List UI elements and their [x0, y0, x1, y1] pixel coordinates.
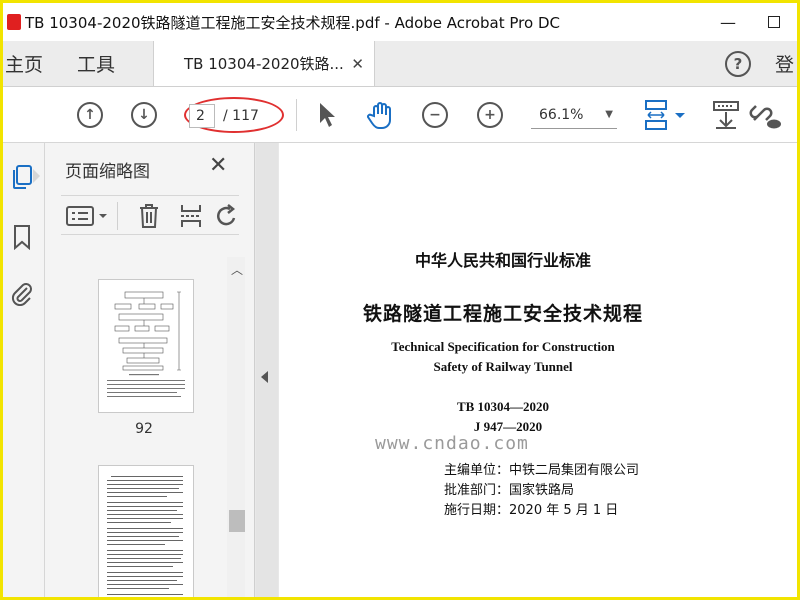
login-button[interactable]: 登	[775, 50, 797, 77]
left-rail	[3, 143, 45, 597]
share-link-icon[interactable]	[747, 99, 783, 131]
hand-tool-icon[interactable]	[365, 99, 397, 131]
chevron-down-icon: ▼	[605, 109, 613, 120]
previous-page-icon[interactable]: ↑	[77, 102, 103, 128]
thumbnail-page-93[interactable]	[98, 465, 194, 597]
approval-department: 批准部门：国家铁路局	[444, 483, 575, 498]
page-total: / 117	[223, 108, 259, 124]
scrollbar-thumb[interactable]	[229, 510, 245, 532]
effective-date: 施行日期：2020 年 5 月 1 日	[444, 503, 619, 518]
tab-document-label: TB 10304-2020铁路...	[184, 55, 344, 73]
zoom-value: 66.1%	[539, 106, 584, 123]
rotate-page-icon[interactable]	[215, 204, 239, 228]
document-title-cn: 铁路隧道工程施工安全技术规程	[362, 303, 643, 325]
zoom-out-icon[interactable]: −	[422, 102, 448, 128]
tab-home[interactable]: 主页	[3, 41, 63, 86]
title-bar: TB 10304-2020铁路隧道工程施工安全技术规程.pdf - Adobe …	[3, 3, 797, 41]
thumbnail-label-92: 92	[135, 421, 153, 437]
minimize-button[interactable]: —	[705, 3, 751, 41]
page-number-input[interactable]	[189, 104, 215, 128]
document-title-en-line2: Safety of Railway Tunnel	[433, 359, 573, 374]
close-tab-icon[interactable]: ✕	[351, 55, 364, 73]
close-panel-icon[interactable]: ✕	[209, 153, 227, 178]
window-title: TB 10304-2020铁路隧道工程施工安全技术规程.pdf - Adobe …	[25, 13, 560, 32]
panel-title: 页面缩略图	[65, 162, 150, 182]
document-title-en-line1: Technical Specification for Construction	[391, 339, 615, 354]
thumbnails-panel: 页面缩略图 ✕ 92	[45, 143, 255, 597]
page-display-icon[interactable]	[643, 99, 689, 131]
help-icon[interactable]: ?	[725, 50, 751, 77]
maximize-button[interactable]	[751, 3, 797, 41]
thumbnail-list[interactable]: 92	[61, 255, 227, 597]
standard-code: TB 10304—2020	[456, 399, 550, 414]
scroll-up-icon[interactable]: ︿	[231, 261, 243, 278]
tab-tools[interactable]: 工具	[63, 41, 153, 86]
toolbar: ↑ ↓ / 117 − + 66.1% ▼	[3, 87, 797, 143]
document-page: 中华人民共和国行业标准 铁路隧道工程施工安全技术规程 Technical Spe…	[279, 143, 797, 597]
standard-type: 中华人民共和国行业标准	[414, 251, 591, 270]
zoom-in-icon[interactable]: +	[477, 102, 503, 128]
acrobat-app-icon	[7, 14, 21, 30]
thumbnail-page-92[interactable]	[98, 279, 194, 413]
page-navigator: / 117	[189, 102, 281, 130]
thumbnail-options-icon[interactable]	[65, 204, 109, 228]
delete-page-icon[interactable]	[135, 204, 163, 228]
page-thumbnails-icon[interactable]	[9, 163, 40, 191]
attachment-icon[interactable]	[9, 279, 35, 307]
maximize-icon	[768, 16, 780, 28]
next-page-icon[interactable]: ↓	[131, 102, 157, 128]
scroll-mode-icon[interactable]	[711, 99, 741, 131]
bookmark-icon[interactable]	[9, 223, 35, 251]
thumbnail-scrollbar[interactable]	[227, 257, 245, 597]
zoom-dropdown[interactable]: 66.1% ▼	[531, 101, 617, 129]
site-watermark: www.cndao.com	[375, 433, 529, 454]
tab-bar: 主页 工具 TB 10304-2020铁路... ✕ ? 登	[3, 41, 797, 87]
tab-document[interactable]: TB 10304-2020铁路... ✕	[153, 41, 375, 86]
panel-toolbar	[61, 195, 239, 235]
insert-page-icon[interactable]	[177, 204, 205, 228]
select-tool-icon[interactable]	[315, 100, 339, 130]
editor-unit: 主编单位：中铁二局集团有限公司	[444, 463, 640, 478]
